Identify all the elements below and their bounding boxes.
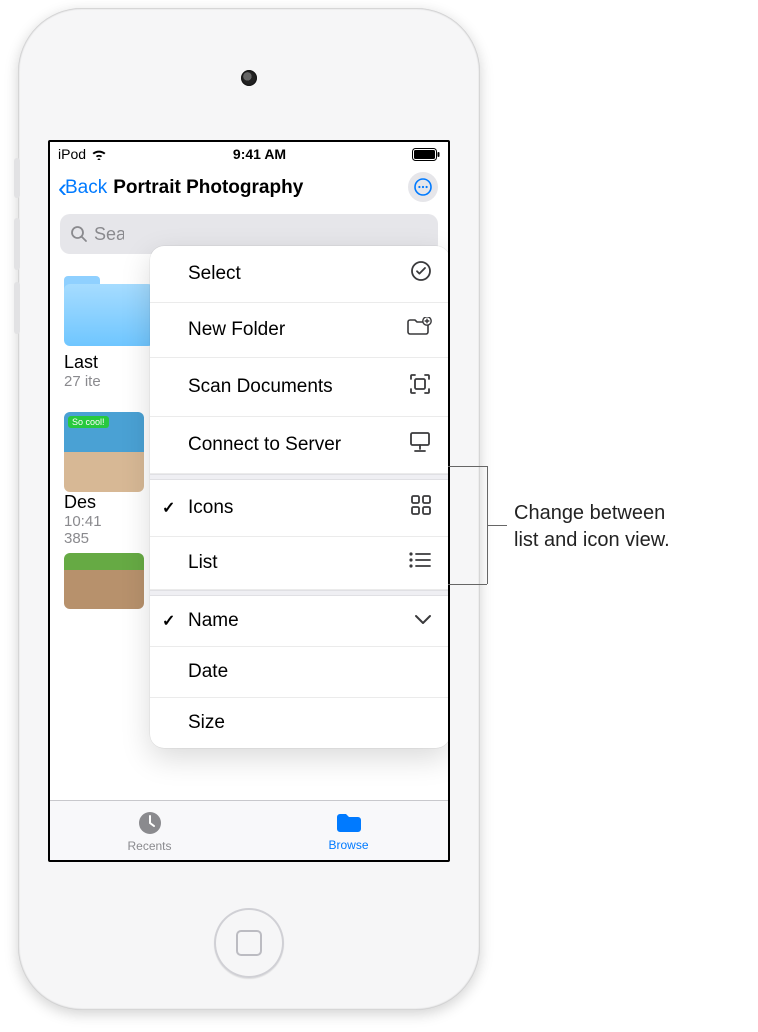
context-menu: Select New Folder Scan Documents Connect… <box>150 246 450 748</box>
file-time: 10:41 <box>64 513 102 530</box>
status-bar: iPod 9:41 AM <box>50 142 448 166</box>
server-icon <box>408 431 432 459</box>
back-label: Back <box>65 177 107 199</box>
tab-browse[interactable]: Browse <box>249 801 448 860</box>
grid-icon <box>410 494 432 522</box>
back-button[interactable]: ‹ Back <box>58 175 107 202</box>
menu-item-icons-view[interactable]: ✓ Icons <box>150 480 450 537</box>
callout-line <box>448 584 487 585</box>
callout-text: Change between list and icon view. <box>514 500 670 554</box>
tab-bar: Recents Browse <box>50 800 448 860</box>
page-title: Portrait Photography <box>113 177 303 199</box>
menu-label: List <box>188 552 218 574</box>
clock-icon <box>136 809 164 837</box>
folder-name: Last <box>64 352 98 373</box>
menu-item-sort-size[interactable]: Size <box>150 698 450 748</box>
scan-icon <box>408 372 432 402</box>
volume-down-button <box>14 282 20 334</box>
chevron-down-icon <box>414 610 432 632</box>
ellipsis-circle-icon <box>414 178 432 196</box>
file-size: 385 <box>64 530 89 547</box>
menu-label: Size <box>188 712 225 734</box>
side-button <box>14 158 20 198</box>
callout-line <box>487 525 507 526</box>
clock-label: 9:41 AM <box>233 146 286 162</box>
menu-label: Scan Documents <box>188 376 333 398</box>
folder-subtitle: 27 ite <box>64 373 101 390</box>
menu-item-scan-documents[interactable]: Scan Documents <box>150 358 450 417</box>
menu-label: Date <box>188 661 228 683</box>
callout-line <box>448 466 487 467</box>
folder-plus-icon <box>406 317 432 343</box>
folder-icon <box>64 276 154 346</box>
list-icon <box>408 551 432 575</box>
front-camera <box>241 70 257 86</box>
search-placeholder: Search <box>94 224 124 245</box>
wifi-icon <box>91 148 107 160</box>
menu-item-connect-to-server[interactable]: Connect to Server <box>150 417 450 474</box>
select-circle-icon <box>410 260 432 288</box>
menu-item-sort-date[interactable]: Date <box>150 647 450 698</box>
search-icon <box>70 225 88 243</box>
menu-item-select[interactable]: Select <box>150 246 450 303</box>
file-name: Des <box>64 492 96 513</box>
tab-label: Browse <box>328 838 368 852</box>
nav-bar: ‹ Back Portrait Photography <box>50 166 448 210</box>
image-thumbnail: So cool! <box>64 412 144 492</box>
folder-icon <box>334 810 364 836</box>
menu-item-sort-name[interactable]: ✓ Name <box>150 596 450 647</box>
more-button[interactable] <box>408 172 438 202</box>
menu-item-new-folder[interactable]: New Folder <box>150 303 450 358</box>
home-button[interactable] <box>214 908 284 978</box>
screen: iPod 9:41 AM ‹ Back Portrait Photography <box>48 140 450 862</box>
menu-label: Name <box>188 610 239 632</box>
tab-recents[interactable]: Recents <box>50 801 249 860</box>
menu-label: New Folder <box>188 319 285 341</box>
checkmark-icon: ✓ <box>162 498 175 518</box>
volume-up-button <box>14 218 20 270</box>
carrier-label: iPod <box>58 146 86 162</box>
menu-label: Connect to Server <box>188 434 341 456</box>
menu-label: Select <box>188 263 241 285</box>
battery-icon <box>412 148 440 161</box>
checkmark-icon: ✓ <box>162 611 175 631</box>
tab-label: Recents <box>127 839 171 853</box>
device-frame: iPod 9:41 AM ‹ Back Portrait Photography <box>18 8 480 1010</box>
image-thumbnail[interactable] <box>64 553 144 609</box>
menu-label: Icons <box>188 497 233 519</box>
menu-item-list-view[interactable]: List <box>150 537 450 590</box>
